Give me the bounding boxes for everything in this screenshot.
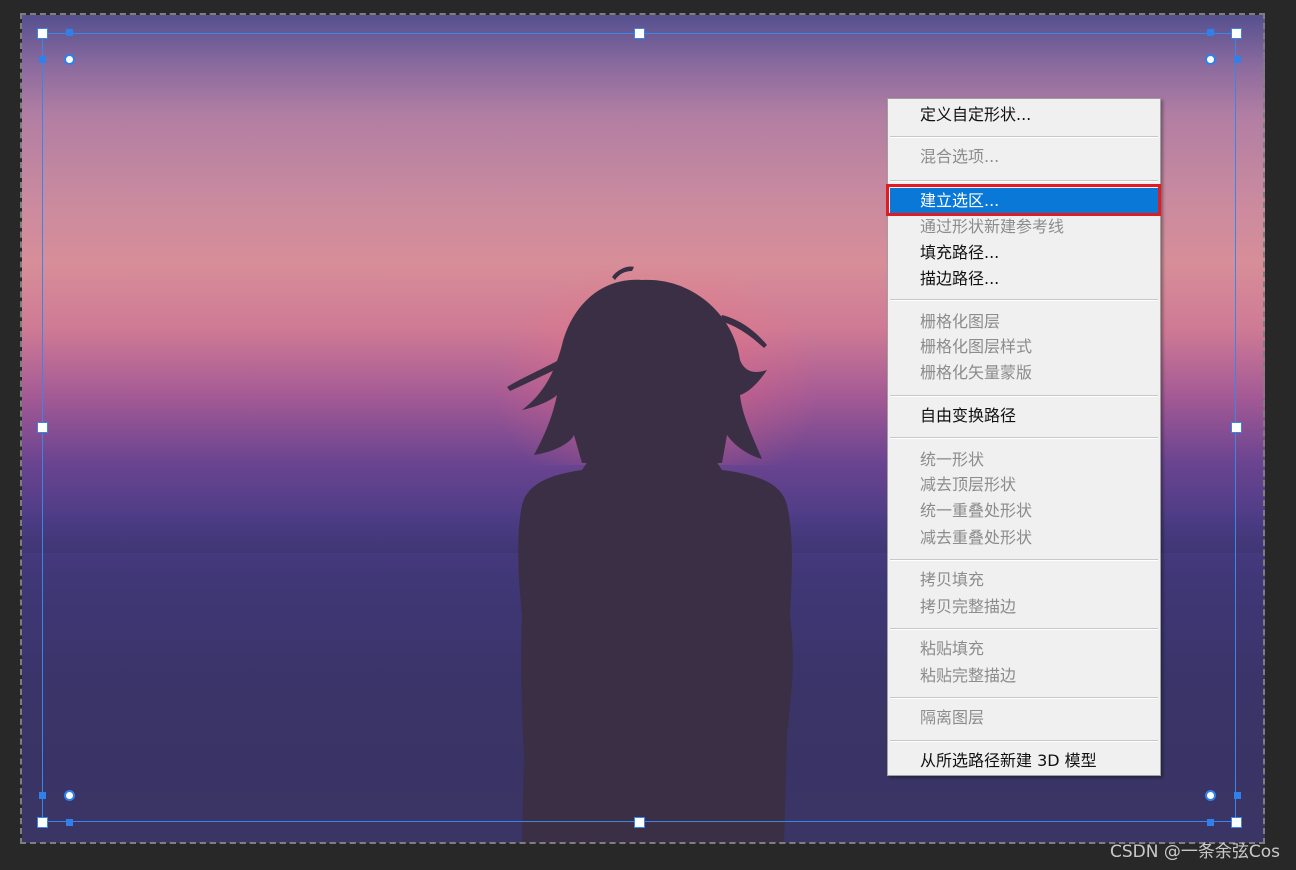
menu-separator [890, 299, 1158, 301]
handle-top-center[interactable] [634, 28, 645, 39]
menu-item-rasterize-vector-mask: 栅格化矢量蒙版 [920, 363, 1033, 382]
menu-item-rasterize-layer-style: 栅格化图层样式 [920, 337, 1033, 356]
handle-bottom-center[interactable] [634, 817, 645, 828]
menu-item-fill-path[interactable]: 填充路径... [890, 240, 1158, 266]
menu-item-define-custom-shape[interactable]: 定义自定形状... [890, 102, 1158, 128]
menu-separator [890, 559, 1158, 561]
anchor-point[interactable] [39, 792, 46, 799]
menu-item-copy-complete-stroke: 拷贝完整描边 [920, 597, 1017, 616]
menu-item-make-selection[interactable]: 建立选区... [890, 188, 1158, 214]
menu-item-free-transform-path[interactable]: 自由变换路径 [890, 403, 1158, 429]
menu-separator [890, 697, 1158, 699]
menu-item-unite-shapes: 统一形状 [920, 450, 985, 469]
menu-separator [890, 740, 1158, 742]
menu-item-copy-fill: 拷贝填充 [920, 570, 985, 589]
menu-separator [890, 628, 1158, 630]
menu-item-blending-options: 混合选项... [920, 147, 1000, 166]
menu-separator [890, 437, 1158, 439]
menu-separator [890, 180, 1158, 182]
anchor-point[interactable] [1234, 56, 1241, 63]
anchor-point[interactable] [66, 819, 73, 826]
handle-bottom-left[interactable] [37, 817, 48, 828]
menu-separator [890, 395, 1158, 397]
handle-bottom-right[interactable] [1231, 817, 1242, 828]
handle-top-right[interactable] [1231, 28, 1242, 39]
anchor-point[interactable] [66, 29, 73, 36]
menu-item-subtract-front-shape: 减去顶层形状 [920, 475, 1017, 494]
anchor-point[interactable] [1207, 29, 1214, 36]
menu-item-isolate-layers: 隔离图层 [920, 708, 985, 727]
anchor-point[interactable] [1207, 819, 1214, 826]
corner-radius-handle[interactable] [64, 54, 75, 65]
menu-item-subtract-at-overlap: 减去重叠处形状 [920, 528, 1033, 547]
menu-item-paste-fill: 粘贴填充 [920, 639, 985, 658]
context-menu: 定义自定形状... 混合选项... 建立选区... 通过形状新建参考线 填充路径… [887, 98, 1161, 776]
menu-separator [890, 136, 1158, 138]
menu-item-stroke-path[interactable]: 描边路径... [890, 266, 1158, 292]
menu-item-unite-at-overlap: 统一重叠处形状 [920, 501, 1033, 520]
corner-radius-handle[interactable] [1205, 790, 1216, 801]
corner-radius-handle[interactable] [64, 790, 75, 801]
anchor-point[interactable] [1234, 792, 1241, 799]
menu-item-paste-complete-stroke: 粘贴完整描边 [920, 666, 1017, 685]
menu-item-rasterize-layer: 栅格化图层 [920, 312, 1001, 331]
watermark: CSDN @一条余弦Cos [1110, 842, 1280, 862]
menu-item-new-guides-from-shape: 通过形状新建参考线 [920, 217, 1065, 236]
menu-item-new-3d-model-from-path[interactable]: 从所选路径新建 3D 模型 [890, 748, 1158, 774]
corner-radius-handle[interactable] [1205, 54, 1216, 65]
handle-top-left[interactable] [37, 28, 48, 39]
handle-middle-right[interactable] [1231, 422, 1242, 433]
anchor-point[interactable] [39, 56, 46, 63]
handle-middle-left[interactable] [37, 422, 48, 433]
